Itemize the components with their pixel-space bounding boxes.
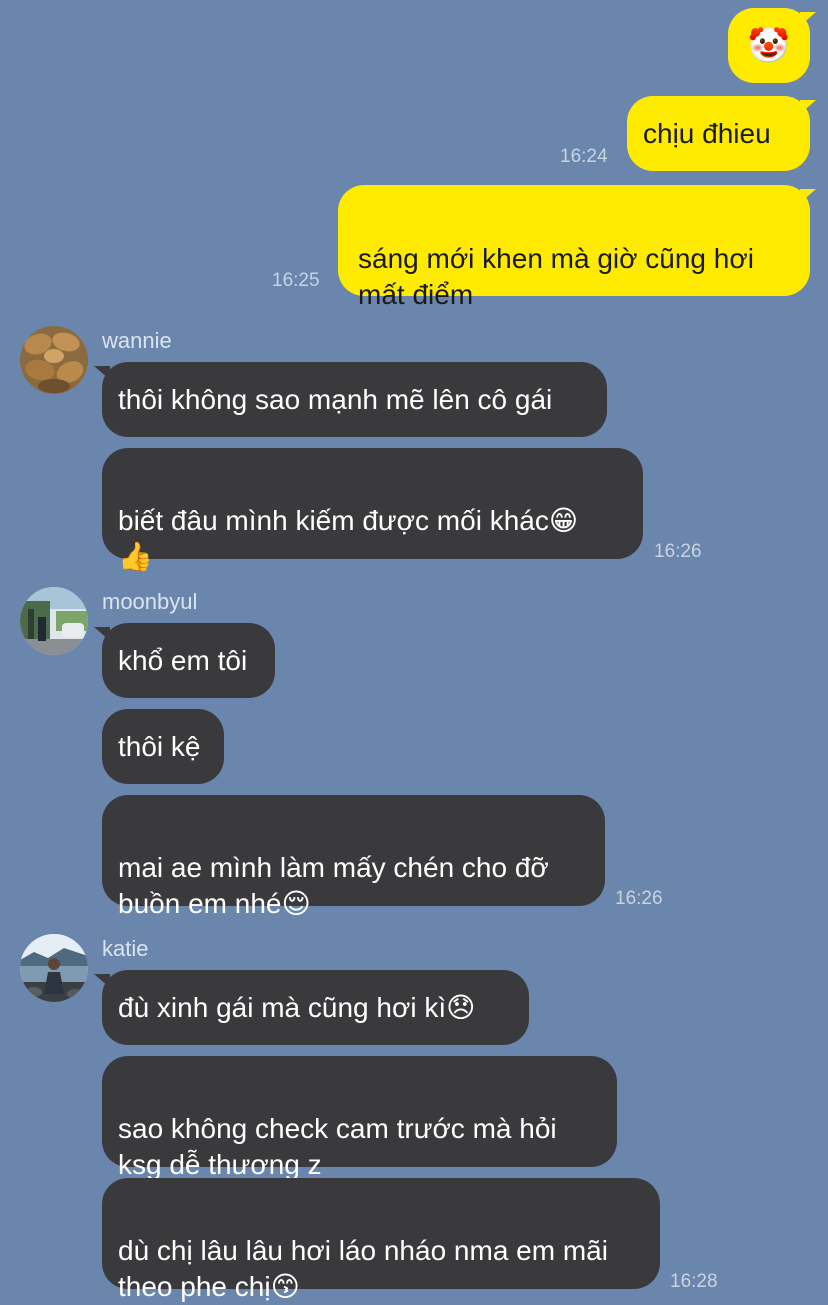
clown-emoji: 🤡 [747,26,791,65]
message-text: đù xinh gái mà cũng hơi kì😞 [118,991,476,1023]
message-text: sáng mới khen mà giờ cũng hơi mất điểm [358,243,754,310]
sent-bubble[interactable]: sáng mới khen mà giờ cũng hơi mất điểm [338,185,810,310]
message-text: thôi không sao mạnh mẽ lên cô gái [118,383,553,415]
sent-bubble-tail [800,12,816,26]
received-bubble[interactable]: khổ em tôi [102,623,275,698]
timestamp: 16:24 [560,146,608,167]
sent-bubble-tail [800,100,816,114]
message-text: chịu đhieu [643,117,771,149]
avatar-katie[interactable] [20,934,88,1002]
message-text: dù chị lâu lâu hơi láo nháo nma em mãi t… [118,1235,608,1302]
timestamp: 16:25 [272,270,320,291]
sent-bubble[interactable]: chịu đhieu [627,96,810,171]
sent-bubble-clown[interactable]: 🤡 [728,8,810,83]
received-bubble[interactable]: đù xinh gái mà cũng hơi kì😞 [102,970,529,1045]
sender-name: katie [102,936,149,961]
sender-name: wannie [102,328,172,353]
avatar-moonbyul[interactable] [20,587,88,655]
avatar-wannie[interactable] [20,326,88,394]
seaside-photo-avatar-icon [20,934,88,1002]
food-photo-avatar-icon [20,326,88,394]
message-text: biết đâu mình kiếm được mối khác😁 👍 [118,505,579,572]
received-bubble[interactable]: thôi không sao mạnh mẽ lên cô gái [102,362,607,437]
sender-name: moonbyul [102,589,198,614]
street-photo-avatar-icon [20,587,88,655]
received-bubble[interactable]: sao không check cam trước mà hỏi ksg dễ … [102,1056,617,1180]
timestamp: 16:26 [615,888,663,909]
message-text: sao không check cam trước mà hỏi ksg dễ … [118,1113,557,1180]
timestamp: 16:28 [670,1271,718,1292]
message-text: khổ em tôi [118,644,248,676]
message-text: thôi kệ [118,730,201,762]
received-bubble[interactable]: mai ae mình làm mấy chén cho đỡ buồn em … [102,795,605,919]
timestamp: 16:26 [654,541,702,562]
received-bubble[interactable]: thôi kệ [102,709,224,784]
message-text: mai ae mình làm mấy chén cho đỡ buồn em … [118,852,549,919]
sent-bubble-tail [800,189,816,203]
received-bubble[interactable]: biết đâu mình kiếm được mối khác😁 👍 [102,448,643,572]
received-bubble[interactable]: dù chị lâu lâu hơi láo nháo nma em mãi t… [102,1178,660,1302]
